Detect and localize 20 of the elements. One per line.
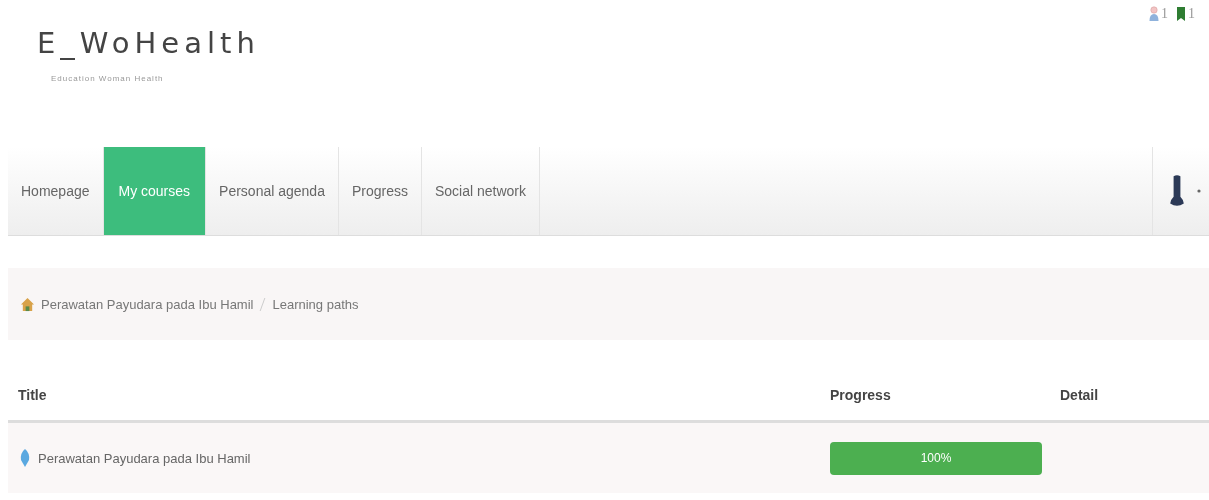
user-avatar-icon[interactable] (1169, 174, 1185, 208)
nav-tab[interactable]: Progress (338, 147, 422, 235)
column-header: Progress (829, 387, 892, 403)
column-header: Detail (1059, 387, 1100, 403)
learning-path-icon (20, 449, 30, 467)
home-icon[interactable] (20, 296, 35, 312)
caret-icon[interactable] (1197, 189, 1201, 193)
breadcrumb-link[interactable]: Perawatan Payudara pada Ibu Hamil (41, 296, 254, 312)
nav-tab[interactable]: Social network (422, 147, 541, 235)
book-icon[interactable] (1176, 6, 1186, 22)
logo-title: E_WoHealth (37, 26, 260, 60)
logo-subtitle: Education Woman Health (51, 74, 165, 83)
nav-tab[interactable]: Homepage (8, 147, 104, 235)
nav-tab[interactable]: Personal agenda (206, 147, 339, 235)
column-header: Title (17, 387, 48, 403)
course-link[interactable]: Perawatan Payudara pada Ibu Hamil (38, 450, 251, 466)
notification-count: 1 (1188, 6, 1195, 22)
breadcrumb-link[interactable]: Learning paths (272, 296, 359, 312)
notification-count: 1 (1161, 6, 1168, 22)
progress-text: 100% (920, 451, 952, 465)
